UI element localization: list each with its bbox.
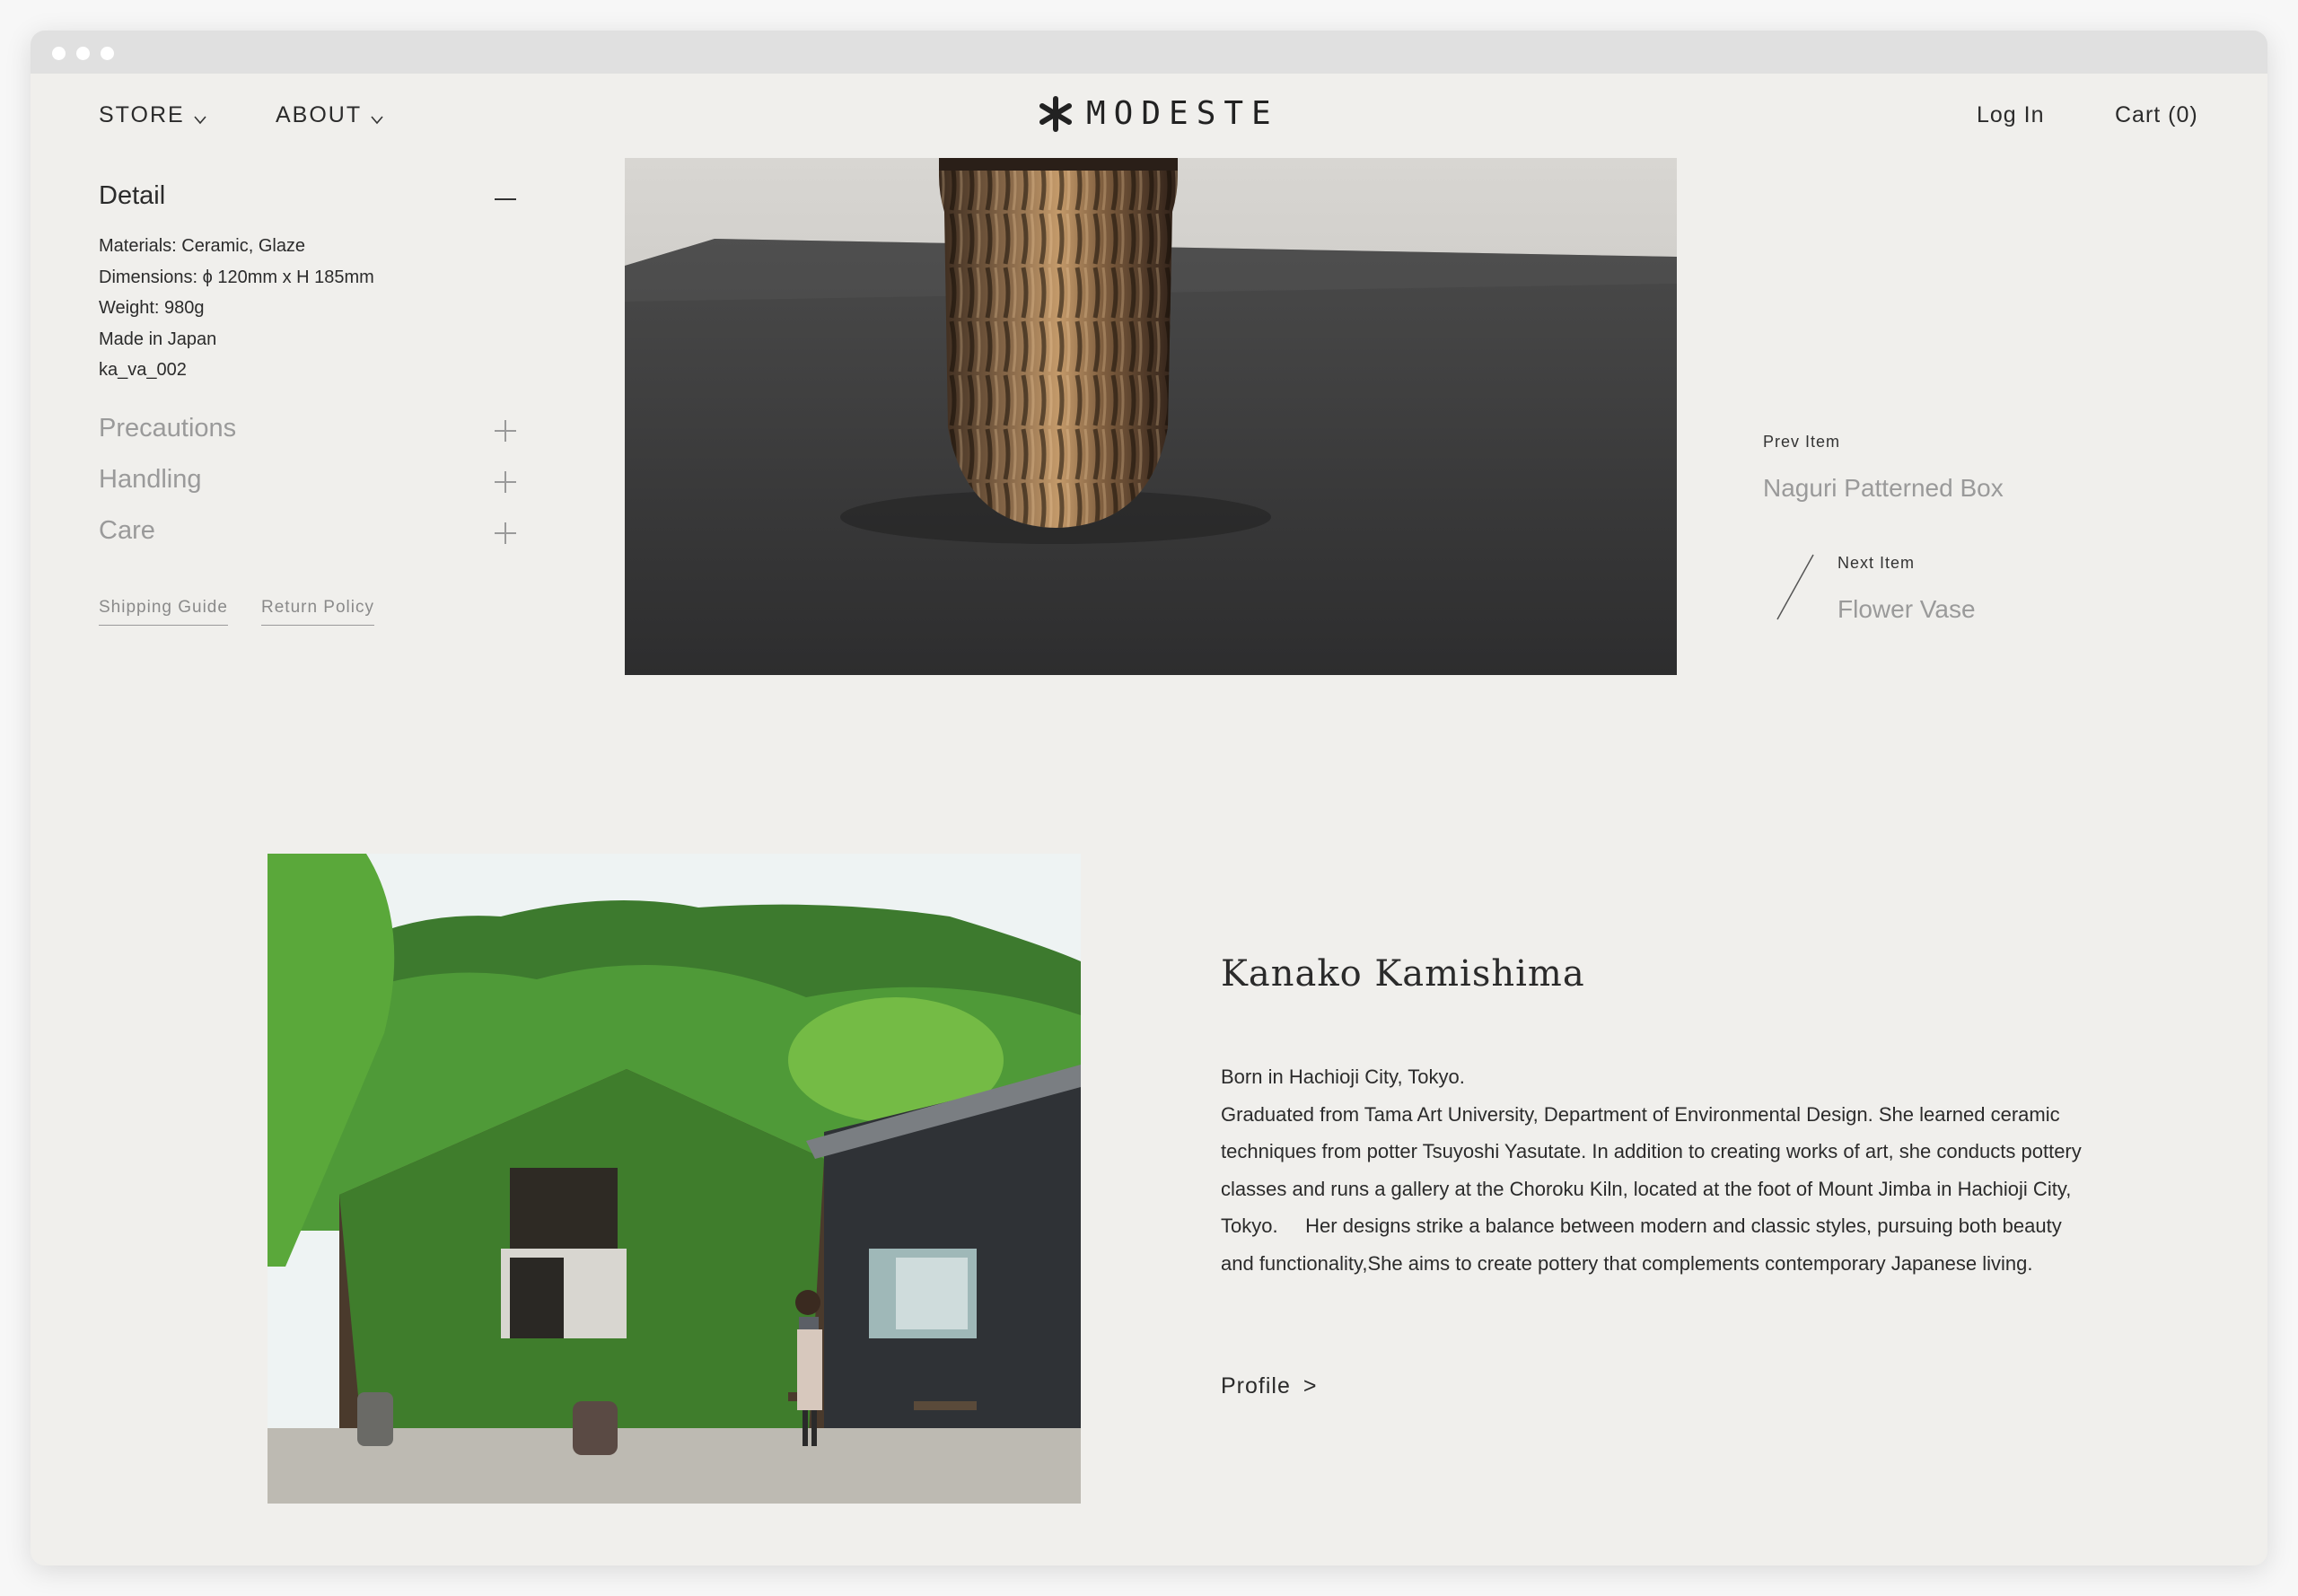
artist-photo [268, 854, 1081, 1504]
nav-about[interactable]: ABOUT [276, 102, 383, 128]
prev-item-link[interactable]: Naguri Patterned Box [1763, 474, 2004, 503]
chevron-down-icon [371, 115, 383, 124]
cart-link[interactable]: Cart (0) [2115, 102, 2198, 128]
profile-label: Profile [1221, 1373, 1291, 1399]
accordion-precautions[interactable]: Precautions [99, 414, 236, 443]
login-link[interactable]: Log In [1977, 102, 2045, 128]
next-item-label: Next Item [1838, 554, 1916, 572]
bio-paragraph: Graduated from Tama Art University, Depa… [1221, 1102, 2087, 1275]
accordion-handling[interactable]: Handling [99, 465, 201, 495]
prev-item-label: Prev Item [1763, 433, 1841, 451]
artist-bio: Born in Hachioji City, Tokyo. Graduated … [1221, 1058, 2083, 1282]
chevron-down-icon [194, 115, 206, 124]
window-dot[interactable] [101, 47, 114, 60]
spec-origin: Made in Japan [99, 329, 217, 349]
product-photo [625, 158, 1677, 675]
nav-store-label: STORE [99, 102, 185, 127]
browser-window: STORE ABOUT MODESTE Log In Cart (0) Deta… [31, 31, 2267, 1565]
spec-list: Materials: Ceramic, Glaze Dimensions: ϕ … [99, 231, 374, 386]
detail-heading[interactable]: Detail [99, 181, 165, 211]
bio-line: Born in Hachioji City, Tokyo. [1221, 1065, 1465, 1088]
window-titlebar [31, 31, 2267, 74]
expand-icon[interactable] [495, 471, 516, 493]
nav-store[interactable]: STORE [99, 102, 206, 128]
next-item-link[interactable]: Flower Vase [1838, 595, 1976, 624]
artist-name: Kanako Kamishima [1221, 953, 1585, 995]
collapse-icon[interactable] [495, 198, 516, 200]
spec-materials: Materials: Ceramic, Glaze [99, 236, 306, 256]
profile-link[interactable]: Profile > [1221, 1373, 1317, 1399]
window-dot[interactable] [76, 47, 90, 60]
logo-text: MODESTE [1086, 95, 1279, 132]
window-dot[interactable] [52, 47, 66, 60]
accordion-care[interactable]: Care [99, 516, 155, 546]
spec-sku: ka_va_002 [99, 360, 187, 380]
return-policy-link[interactable]: Return Policy [261, 598, 374, 626]
asterisk-logo-icon [1039, 95, 1072, 132]
expand-icon[interactable] [495, 420, 516, 442]
spec-weight: Weight: 980g [99, 298, 205, 318]
shipping-guide-link[interactable]: Shipping Guide [99, 598, 228, 626]
site-logo[interactable]: MODESTE [1038, 95, 1279, 132]
spec-dimensions: Dimensions: ϕ 120mm x H 185mm [99, 267, 374, 287]
chevron-right-icon: > [1302, 1373, 1318, 1399]
nav-about-label: ABOUT [276, 102, 363, 127]
divider-slash-icon [1776, 554, 1814, 620]
expand-icon[interactable] [495, 522, 516, 544]
